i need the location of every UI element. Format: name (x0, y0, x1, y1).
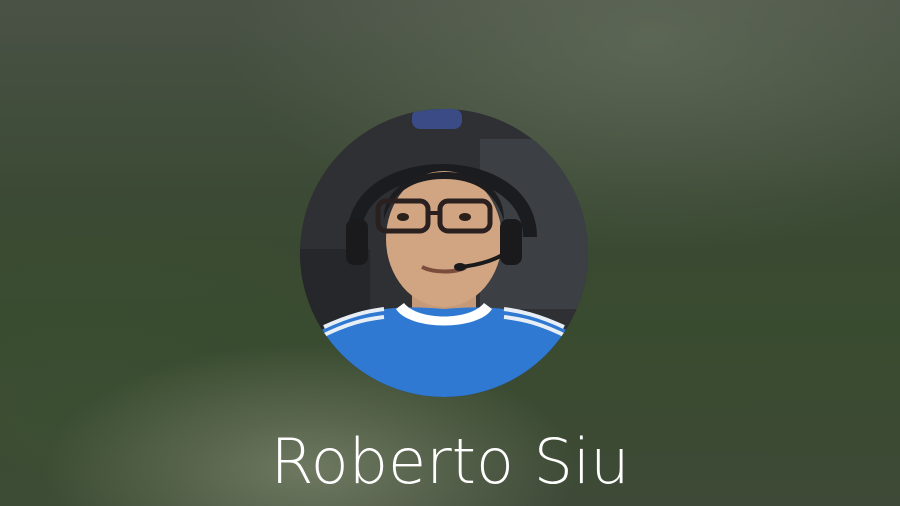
lock-screen: Roberto Siu (0, 0, 900, 506)
user-avatar[interactable] (300, 109, 588, 397)
user-photo-icon (300, 109, 588, 397)
user-name: Roberto Siu (270, 425, 630, 498)
